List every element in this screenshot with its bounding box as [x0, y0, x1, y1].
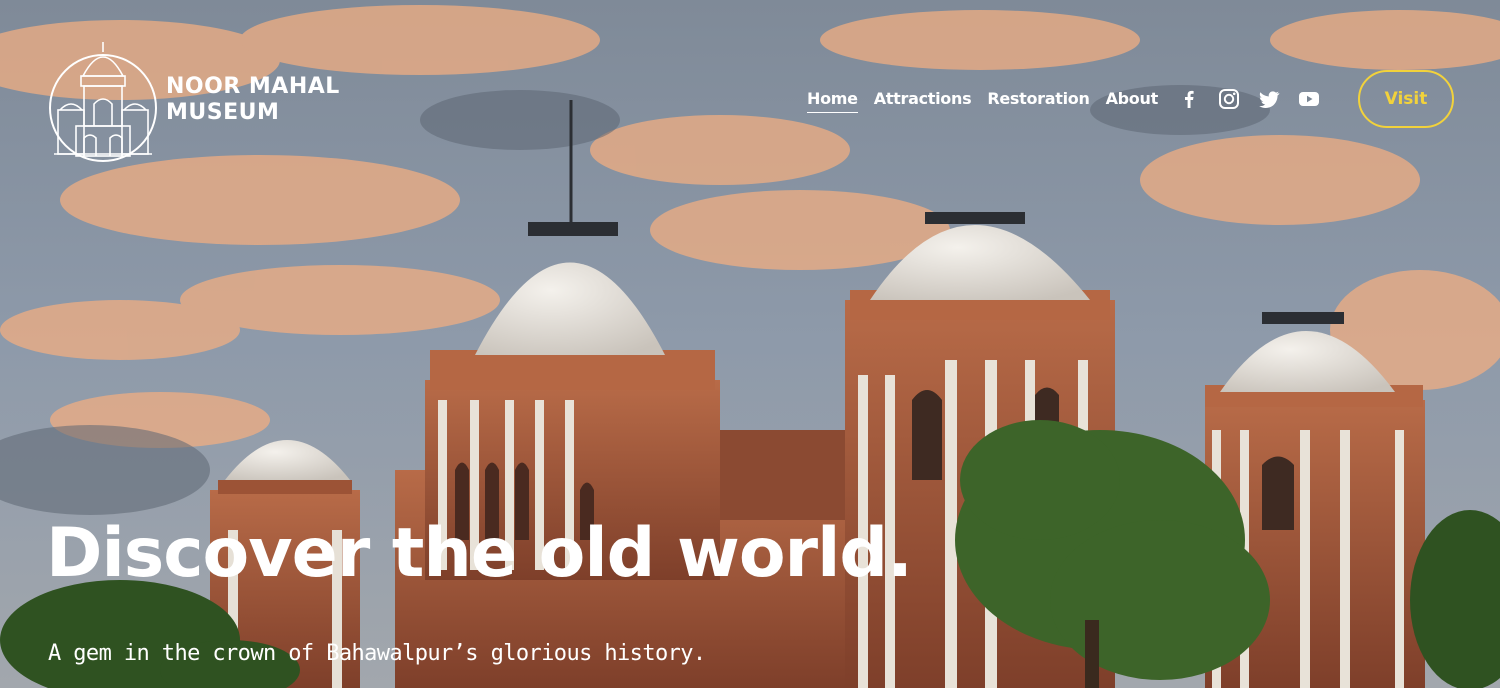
nav-about[interactable]: About [1106, 89, 1159, 112]
brand-name-line2: MUSEUM [166, 100, 280, 125]
social-links [1178, 88, 1320, 110]
nav-attractions[interactable]: Attractions [874, 89, 972, 112]
site-header: NOOR MAHAL MUSEUM Home Attractions Resto… [0, 0, 1500, 200]
hero-title: Discover the old world. [46, 514, 913, 593]
main-nav: Home Attractions Restoration About [807, 89, 1158, 115]
nav-restoration[interactable]: Restoration [987, 89, 1090, 112]
facebook-icon[interactable] [1178, 88, 1200, 110]
museum-logo[interactable] [48, 38, 158, 164]
palace-logo-icon [49, 42, 157, 162]
youtube-icon[interactable] [1298, 88, 1320, 110]
twitter-icon[interactable] [1258, 88, 1280, 110]
brand-name-line1: NOOR MAHAL [166, 74, 340, 99]
hero-subtitle: A gem in the crown of Bahawalpur’s glori… [48, 641, 706, 666]
nav-home[interactable]: Home [807, 89, 858, 113]
visit-button[interactable]: Visit [1358, 70, 1454, 128]
brand-name[interactable]: NOOR MAHAL MUSEUM [166, 74, 340, 126]
instagram-icon[interactable] [1218, 88, 1240, 110]
